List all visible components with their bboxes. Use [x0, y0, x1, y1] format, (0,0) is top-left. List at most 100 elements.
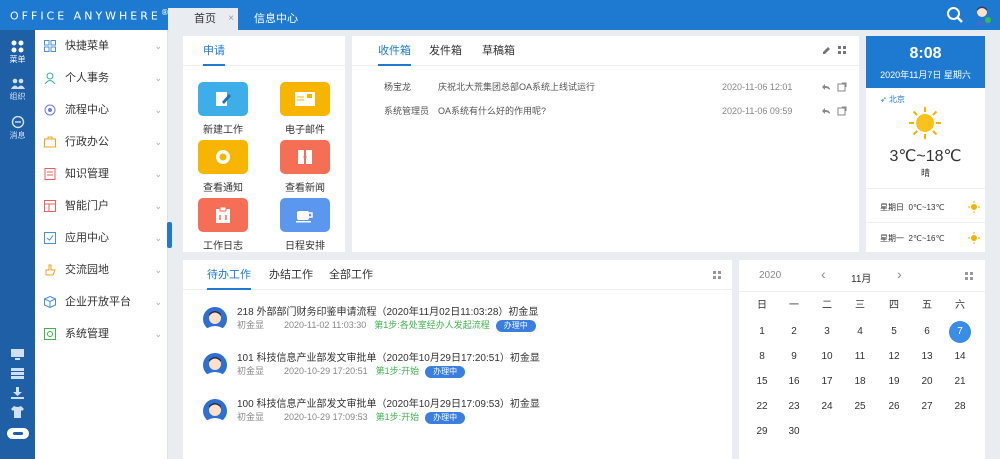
close-icon[interactable]: × — [228, 8, 234, 30]
top-bar: OFFICE ANYWHERE® 首页 × 信息中心 — [0, 0, 1000, 30]
tab-done[interactable]: 办结工作 — [269, 260, 313, 290]
clipboard-icon — [198, 198, 248, 232]
reply-icon[interactable] — [821, 82, 831, 92]
tab-all[interactable]: 全部工作 — [329, 260, 373, 290]
menu-item-open-platform[interactable]: 企业开放平台 ⌄ — [35, 286, 168, 318]
status-badge[interactable]: 办理中 — [425, 366, 466, 378]
menu-item-admin-office[interactable]: 行政办公 ⌄ — [35, 126, 168, 158]
app-schedule[interactable]: 日程安排 — [275, 198, 335, 252]
status-badge[interactable]: 办理中 — [495, 320, 536, 332]
tab-info-center[interactable]: 信息中心 — [238, 8, 314, 30]
tab-apply[interactable]: 申请 — [203, 36, 225, 66]
tab-inbox[interactable]: 收件箱 — [378, 36, 411, 66]
calendar-day[interactable]: 26 — [883, 396, 905, 418]
menu-item-personal[interactable]: 个人事务 ⌄ — [35, 62, 168, 94]
weather-temp: 3℃~18℃ — [889, 148, 962, 165]
calendar-day[interactable]: 1 — [751, 321, 773, 343]
menu-item-community[interactable]: 交流园地 ⌄ — [35, 254, 168, 286]
calendar-day[interactable]: 22 — [751, 396, 773, 418]
pencil-icon[interactable] — [822, 46, 831, 55]
more-grid-icon[interactable] — [965, 272, 973, 280]
calendar-day[interactable]: 20 — [916, 371, 938, 393]
user-avatar-icon[interactable] — [972, 5, 992, 25]
menu-item-shortcuts[interactable]: 快捷菜单 ⌄ — [35, 30, 168, 62]
external-link-icon[interactable] — [837, 82, 847, 92]
calendar-day[interactable]: 19 — [883, 371, 905, 393]
mail-row[interactable]: 杨宝龙 庆祝北大荒集团总部OA系统上线试运行 2020-11-06 12:01 — [352, 76, 859, 98]
calendar-day[interactable]: 25 — [849, 396, 871, 418]
divider — [739, 291, 985, 292]
menu-collapse-handle[interactable] — [167, 222, 172, 248]
calendar-day[interactable]: 10 — [816, 346, 838, 368]
tab-sent[interactable]: 发件箱 — [429, 36, 462, 66]
app-work-log[interactable]: 工作日志 — [193, 198, 253, 252]
prev-month-button[interactable]: ‹ — [821, 266, 826, 282]
calendar-day[interactable]: 21 — [949, 371, 971, 393]
calendar-day-today[interactable]: 7 — [949, 321, 971, 343]
layers-icon[interactable] — [10, 367, 25, 379]
download-icon[interactable] — [10, 387, 25, 399]
tab-todo[interactable]: 待办工作 — [207, 260, 251, 290]
calendar-day[interactable]: 12 — [883, 346, 905, 368]
mail-row[interactable]: 系统管理员 OA系统有什么好的作用呢? 2020-11-06 09:59 — [352, 100, 859, 122]
calendar-day[interactable]: 30 — [783, 421, 805, 443]
calendar-day[interactable]: 27 — [916, 396, 938, 418]
shirt-icon[interactable] — [10, 406, 25, 418]
status-badge[interactable]: 办理中 — [425, 412, 466, 424]
search-icon[interactable] — [946, 6, 964, 24]
calendar-month[interactable]: 11月 — [851, 270, 871, 285]
nav-messages[interactable]: 消息 — [0, 116, 35, 141]
calendar-panel: 2020 ‹ 11月 › 日一二三四五六 1 2 3 4 5 6 7 8 9 10 11 12 13 14 1… — [739, 260, 985, 459]
calendar-day[interactable]: 28 — [949, 396, 971, 418]
calendar-day[interactable]: 3 — [816, 321, 838, 343]
calendar-day[interactable]: 8 — [751, 346, 773, 368]
todo-item[interactable]: 100 科技信息产业部发文审批单（2020年10月29日17:09:53）初金显… — [203, 395, 723, 429]
calendar-day[interactable]: 29 — [751, 421, 773, 443]
calendar-day[interactable]: 13 — [916, 346, 938, 368]
menu-item-app-center[interactable]: 应用中心 ⌄ — [35, 222, 168, 254]
menu-item-system[interactable]: 系统管理 ⌄ — [35, 318, 168, 350]
calendar-day[interactable]: 11 — [849, 346, 871, 368]
nav-organization[interactable]: 组织 — [0, 78, 35, 102]
calendar-day[interactable]: 9 — [783, 346, 805, 368]
calendar-day[interactable]: 15 — [751, 371, 773, 393]
monitor-icon[interactable] — [10, 348, 25, 360]
app-email[interactable]: 电子邮件 — [275, 82, 335, 136]
mail-icon — [280, 82, 330, 116]
calendar-day[interactable]: 18 — [849, 371, 871, 393]
weather-location[interactable]: ➶ 北京 — [880, 94, 905, 105]
calendar-day[interactable]: 16 — [783, 371, 805, 393]
menu-item-knowledge[interactable]: 知识管理 ⌄ — [35, 158, 168, 190]
next-month-button[interactable]: › — [897, 266, 902, 282]
book-icon — [44, 168, 56, 180]
nav-menu[interactable]: 菜单 — [0, 40, 35, 65]
reply-icon[interactable] — [821, 106, 831, 116]
menu-item-workflow[interactable]: 流程中心 ⌄ — [35, 94, 168, 126]
tab-home[interactable]: 首页 × — [168, 8, 238, 30]
calendar-year[interactable]: 2020 — [759, 270, 781, 281]
todo-item[interactable]: 101 科技信息产业部发文审批单（2020年10月29日17:20:51）初金显… — [203, 349, 723, 383]
external-link-icon[interactable] — [837, 106, 847, 116]
calendar-day[interactable]: 2 — [783, 321, 805, 343]
todo-item[interactable]: 218 外部部门财务印鉴申请流程（2020年11月02日11:03:28）初金显… — [203, 303, 723, 337]
mail-tabs: 收件箱 发件箱 草稿箱 — [352, 36, 859, 66]
toggle-switch[interactable] — [7, 428, 29, 439]
more-grid-icon[interactable] — [713, 271, 721, 279]
avatar — [203, 353, 227, 377]
tab-drafts[interactable]: 草稿箱 — [482, 36, 515, 66]
calendar-day[interactable]: 17 — [816, 371, 838, 393]
app-new-work[interactable]: 新建工作 — [193, 82, 253, 136]
more-grid-icon[interactable] — [838, 46, 846, 54]
calendar-day[interactable]: 4 — [849, 321, 871, 343]
calendar-day[interactable]: 6 — [916, 321, 938, 343]
menu-item-portal[interactable]: 智能门户 ⌄ — [35, 190, 168, 222]
calendar-day[interactable]: 5 — [883, 321, 905, 343]
calendar-day[interactable]: 14 — [949, 346, 971, 368]
calendar-day[interactable]: 24 — [816, 396, 838, 418]
app-notices[interactable]: 查看通知 — [193, 140, 253, 194]
tab-bar: 首页 × 信息中心 — [168, 8, 314, 30]
app-news[interactable]: 查看新闻 — [275, 140, 335, 194]
grid-icon — [44, 40, 56, 52]
calendar-day[interactable]: 23 — [783, 396, 805, 418]
clock-date: 2020年11月7日 星期六 — [880, 70, 971, 80]
